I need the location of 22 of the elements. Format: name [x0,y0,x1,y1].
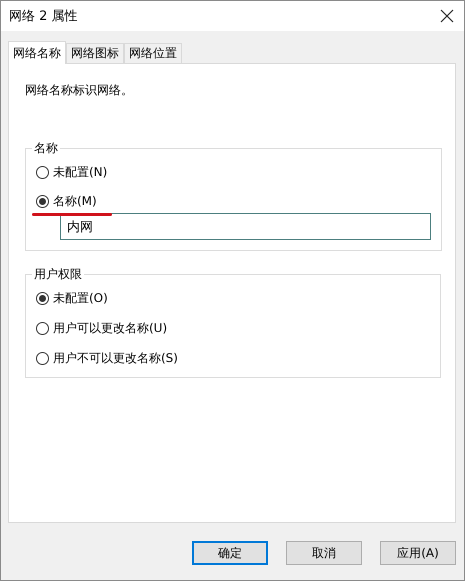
tab[interactable]: 网络名称 [8,41,66,64]
group-title: 名称 [33,140,59,157]
dialog-button[interactable]: 应用(A) [380,541,456,565]
description-text: 网络名称标识网络。 [25,82,134,98]
radio-label[interactable]: 未配置(O) [53,290,108,306]
radio-button[interactable] [36,166,49,178]
radio-button[interactable] [36,194,49,208]
tab[interactable]: 网络位置 [124,43,182,63]
radio-label[interactable]: 名称(M) [53,192,97,210]
tab[interactable]: 网络图标 [66,43,124,63]
radio-button[interactable] [36,352,49,364]
dialog-button[interactable]: 取消 [286,541,362,565]
radio-button[interactable] [36,292,49,304]
name-field[interactable]: 内网 [60,213,431,240]
radio-label[interactable]: 用户不可以更改名称(S) [53,350,178,366]
radio-label[interactable]: 未配置(N) [53,164,108,180]
window-title: 网络 2 属性 [9,8,78,25]
radio-label[interactable]: 用户可以更改名称(U) [53,320,168,336]
dialog-button[interactable]: 确定 [192,541,268,565]
group-title: 用户权限 [33,266,83,283]
radio-button[interactable] [36,322,49,334]
close-icon[interactable] [440,9,454,23]
